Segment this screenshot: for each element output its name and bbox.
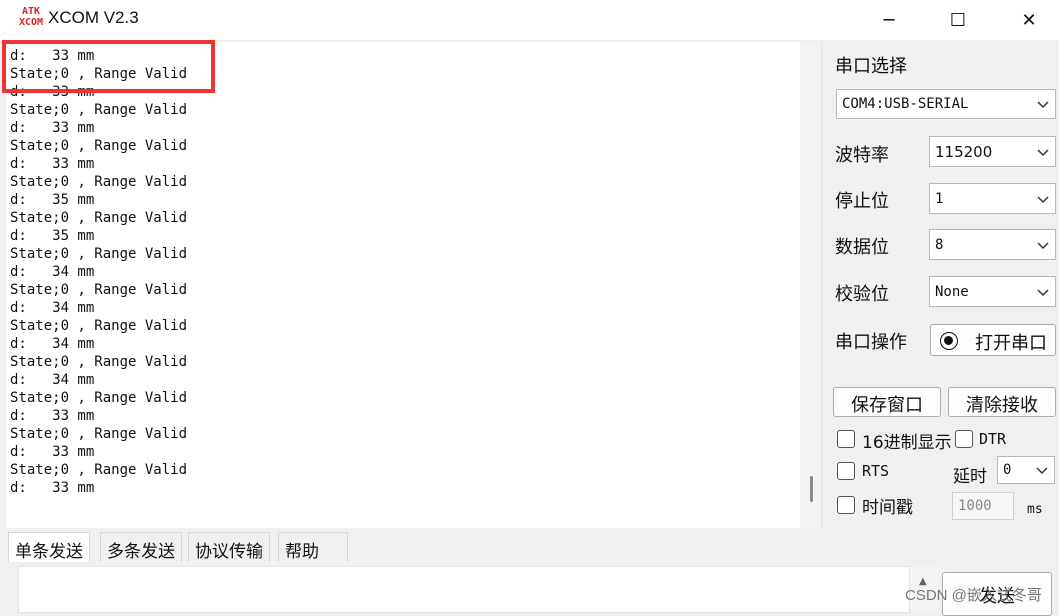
baud-label: 波特率 [835, 145, 889, 166]
window-title: XCOM V2.3 [48, 8, 139, 27]
receive-line: d: 34 mm [10, 336, 95, 352]
receive-line: State;0 , Range Valid [10, 102, 188, 118]
receive-line: d: 33 mm [10, 480, 95, 496]
receive-line: State;0 , Range Valid [10, 390, 188, 406]
chevron-down-icon [1037, 146, 1049, 158]
port-operate-label: 串口操作 [835, 332, 907, 353]
hex-display-checkbox[interactable] [837, 430, 855, 448]
minimize-button[interactable]: ─ [866, 0, 912, 40]
parity-value: None [935, 283, 969, 300]
open-port-label: 打开串口 [975, 333, 1047, 354]
timestamp-interval-input[interactable]: 1000 [952, 492, 1014, 520]
stop-bits-label: 停止位 [835, 191, 889, 212]
watermark: CSDN @嵌入式冬哥 [905, 587, 1042, 604]
title-bar: ATK XCOM XCOM V2.3 ─ ☐ ✕ [0, 0, 1059, 40]
delay-value: 0 [1003, 462, 1012, 478]
radio-icon [940, 332, 958, 350]
data-bits-select[interactable]: 8 [929, 229, 1056, 260]
data-bits-value: 8 [935, 236, 944, 253]
hex-display-label: 16进制显示 [862, 433, 952, 453]
maximize-button[interactable]: ☐ [935, 0, 981, 40]
receive-line: d: 34 mm [10, 300, 95, 316]
dtr-label: DTR [979, 430, 1007, 448]
save-window-label: 保存窗口 [851, 395, 923, 416]
logo-text-top: ATK [21, 6, 41, 17]
receive-text-area[interactable]: d: 33 mm State;0 , Range Valid d: 33 mm Sta… [6, 42, 822, 528]
receive-line: d: 35 mm [10, 228, 95, 244]
delay-select[interactable]: 0 [997, 456, 1055, 484]
receive-line: d: 35 mm [10, 192, 95, 208]
port-value: COM4:USB-SERIAL [842, 96, 969, 112]
clear-receive-label: 清除接收 [966, 395, 1038, 416]
receive-line: State;0 , Range Valid [10, 138, 188, 154]
save-window-button[interactable]: 保存窗口 [833, 387, 941, 417]
receive-line: State;0 , Range Valid [10, 354, 188, 370]
timestamp-label: 时间戳 [862, 498, 913, 518]
timestamp-checkbox[interactable] [837, 496, 855, 514]
open-port-button[interactable]: 打开串口 [930, 324, 1056, 356]
receive-line: d: 33 mm [10, 120, 95, 136]
port-select[interactable]: COM4:USB-SERIAL [836, 89, 1056, 119]
parity-label: 校验位 [835, 284, 889, 305]
logo-text-bottom: XCOM [18, 17, 44, 28]
receive-line: State;0 , Range Valid [10, 174, 188, 190]
receive-line: State;0 , Range Valid [10, 462, 188, 478]
stop-bits-value: 1 [935, 190, 944, 207]
baud-select[interactable]: 115200 [929, 136, 1056, 167]
clear-receive-button[interactable]: 清除接收 [948, 387, 1056, 417]
data-bits-label: 数据位 [835, 237, 889, 258]
timestamp-interval-value: 1000 [958, 498, 992, 514]
receive-line: d: 33 mm [10, 444, 95, 460]
highlight-annotation-box [2, 40, 215, 93]
receive-line: d: 33 mm [10, 156, 95, 172]
receive-line: d: 34 mm [10, 264, 95, 280]
rts-checkbox[interactable] [837, 462, 855, 480]
receive-scrollbar[interactable] [800, 42, 821, 528]
tab-protocol-transfer[interactable]: 协议传输 [188, 532, 270, 562]
receive-line: d: 34 mm [10, 372, 95, 388]
timestamp-unit: ms [1027, 502, 1043, 517]
chevron-down-icon [1037, 286, 1049, 298]
receive-line: State;0 , Range Valid [10, 210, 188, 226]
baud-value: 115200 [935, 142, 993, 161]
receive-line: State;0 , Range Valid [10, 246, 188, 262]
tab-help[interactable]: 帮助 [278, 532, 348, 562]
chevron-down-icon [1037, 98, 1049, 110]
minimize-icon: ─ [883, 9, 895, 31]
delay-label: 延时 [953, 467, 987, 487]
chevron-down-icon [1036, 464, 1048, 476]
chevron-down-icon [1037, 239, 1049, 251]
stop-bits-select[interactable]: 1 [929, 183, 1056, 214]
settings-panel: 串口选择 COM4:USB-SERIAL 波特率 115200 停止位 1 数据… [822, 42, 1059, 528]
parity-select[interactable]: None [929, 276, 1056, 307]
close-button[interactable]: ✕ [1006, 0, 1052, 40]
dtr-checkbox[interactable] [955, 430, 973, 448]
close-icon: ✕ [1021, 9, 1037, 31]
tab-single-send[interactable]: 单条发送 [8, 532, 90, 562]
tab-multi-send[interactable]: 多条发送 [100, 532, 182, 562]
send-text-area[interactable] [18, 566, 910, 613]
receive-lines: d: 33 mm State;0 , Range Valid d: 33 mm Sta… [10, 47, 187, 497]
port-section-label: 串口选择 [835, 56, 907, 77]
receive-line: State;0 , Range Valid [10, 318, 188, 334]
receive-line: d: 33 mm [10, 408, 95, 424]
rts-label: RTS [862, 462, 890, 480]
maximize-icon: ☐ [949, 9, 967, 31]
receive-line: State;0 , Range Valid [10, 426, 188, 442]
receive-scroll-thumb[interactable] [810, 476, 813, 502]
app-logo-icon: ATK XCOM [18, 6, 44, 30]
chevron-down-icon [1037, 193, 1049, 205]
receive-line: State;0 , Range Valid [10, 282, 188, 298]
